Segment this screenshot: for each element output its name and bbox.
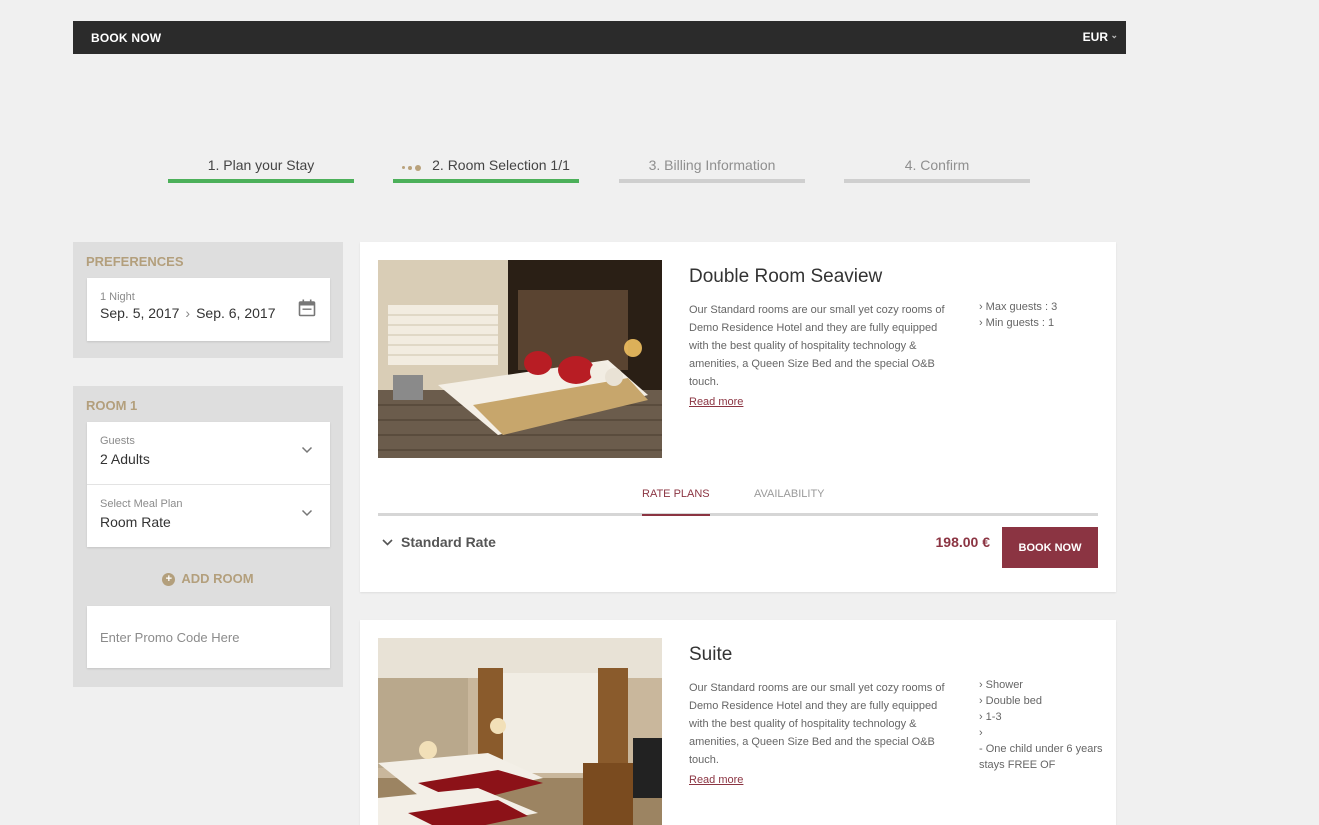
amenity-item: Min guests : 1 [979, 315, 1104, 331]
date-range: Sep. 5, 2017 › Sep. 6, 2017 [100, 305, 275, 321]
room-photo [378, 638, 662, 825]
amenity-note: - One child under 6 years stays FREE OF [979, 743, 1103, 771]
amenity-item: Double bed [979, 693, 1104, 709]
room-amenities: Shower Double bed 1-3 - One child under … [979, 677, 1104, 773]
plus-circle-icon: + [162, 573, 176, 586]
room-card-double-seaview: Double Room Seaview Our Standard rooms a… [360, 242, 1116, 592]
add-room-label: ADD ROOM [181, 571, 254, 586]
date-range-picker[interactable]: 1 Night Sep. 5, 2017 › Sep. 6, 2017 [87, 278, 330, 341]
promo-code-input[interactable] [87, 606, 330, 668]
tab-rate-plans[interactable]: RATE PLANS [642, 488, 710, 516]
step-room-selection[interactable]: 2. Room Selection 1/1 [393, 157, 579, 183]
room-photo [378, 260, 662, 458]
room-tabs: RATE PLANS AVAILABILITY [378, 486, 1098, 516]
rate-price: 198.00 € [935, 534, 991, 550]
currency-selector[interactable]: EUR ⌄ [1082, 30, 1118, 44]
tab-availability[interactable]: AVAILABILITY [754, 488, 825, 516]
step-label: 3. Billing Information [648, 157, 776, 173]
preferences-title: PREFERENCES [86, 254, 184, 269]
chevron-down-icon [301, 509, 313, 517]
room-title: Double Room Seaview [689, 266, 883, 287]
step-progress-bar [619, 179, 805, 183]
book-now-button[interactable]: BOOK NOW [1002, 527, 1098, 568]
amenity-item [979, 725, 1104, 741]
booking-steps: 1. Plan your Stay 2. Room Selection 1/1 … [0, 157, 1319, 187]
step-progress-bar [168, 179, 354, 183]
step-label: 2. Room Selection 1/1 [432, 157, 570, 173]
preferences-panel: PREFERENCES 1 Night Sep. 5, 2017 › Sep. 6,… [73, 242, 343, 358]
guests-value: 2 Adults [100, 451, 150, 467]
step-label: 1. Plan your Stay [207, 157, 315, 173]
chevron-right-icon: › [185, 305, 191, 321]
room-options-card: Guests 2 Adults Select Meal Plan Room Ra… [87, 422, 330, 547]
meal-plan-label: Select Meal Plan [100, 498, 183, 510]
read-more-link[interactable]: Read more [689, 774, 743, 786]
add-room-button[interactable]: + ADD ROOM [73, 571, 343, 586]
step-label: 4. Confirm [904, 157, 970, 173]
room-amenities: Max guests : 3 Min guests : 1 [979, 299, 1104, 331]
room-panel-title: ROOM 1 [86, 398, 138, 413]
guests-select[interactable]: Guests 2 Adults [87, 422, 330, 484]
chevron-down-icon[interactable] [382, 539, 393, 546]
amenity-item: Max guests : 3 [979, 299, 1104, 315]
meal-plan-value: Room Rate [100, 514, 171, 530]
step-progress-bar [393, 179, 579, 183]
currency-label: EUR [1082, 30, 1108, 44]
room-title: Suite [689, 644, 733, 665]
amenity-item: 1-3 [979, 709, 1104, 725]
amenity-item: Shower [979, 677, 1104, 693]
room-panel: ROOM 1 Guests 2 Adults Select Meal Plan … [73, 386, 343, 687]
rate-plan-row: Standard Rate 198.00 € BOOK NOW [378, 527, 1098, 568]
calendar-icon[interactable] [298, 299, 316, 317]
loading-dots-icon [402, 158, 424, 174]
chevron-down-icon: ⌄ [1110, 30, 1118, 40]
chevron-down-icon [301, 446, 313, 454]
checkout-date: Sep. 6, 2017 [196, 305, 276, 321]
book-now-link[interactable]: BOOK NOW [91, 31, 161, 45]
step-plan-your-stay[interactable]: 1. Plan your Stay [168, 157, 354, 183]
checkin-date: Sep. 5, 2017 [100, 305, 180, 321]
step-billing-information[interactable]: 3. Billing Information [619, 157, 805, 183]
top-bar: BOOK NOW EUR ⌄ [73, 21, 1126, 54]
guests-label: Guests [100, 435, 135, 447]
rate-plan-name: Standard Rate [401, 534, 496, 550]
room-description: Our Standard rooms are our small yet coz… [689, 304, 945, 388]
nights-count: 1 Night [100, 291, 135, 303]
room-card-suite: Suite Our Standard rooms are our small y… [360, 620, 1116, 825]
meal-plan-select[interactable]: Select Meal Plan Room Rate [87, 485, 330, 547]
step-progress-bar [844, 179, 1030, 183]
step-confirm[interactable]: 4. Confirm [844, 157, 1030, 183]
read-more-link[interactable]: Read more [689, 396, 743, 408]
room-description: Our Standard rooms are our small yet coz… [689, 682, 945, 766]
